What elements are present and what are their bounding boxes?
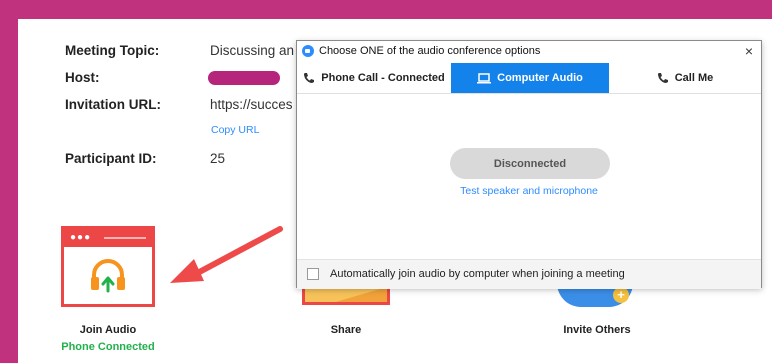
meeting-topic-value: Discussing an	[210, 43, 295, 58]
tab-phone-call[interactable]: Phone Call - Connected	[297, 63, 451, 93]
phone-icon	[304, 73, 315, 83]
test-speaker-link[interactable]: Test speaker and microphone	[297, 185, 761, 197]
host-label: Host:	[65, 70, 100, 85]
window-dots-icon: ●●●	[70, 232, 92, 243]
disconnected-status-button[interactable]: Disconnected	[450, 148, 610, 179]
audio-options-dialog: Choose ONE of the audio conference optio…	[296, 40, 762, 289]
phone-icon	[657, 73, 668, 83]
auto-join-checkbox[interactable]	[307, 268, 319, 280]
audio-tabs: Phone Call - Connected Computer Audio Ca…	[297, 63, 761, 94]
add-person-icon: +	[613, 287, 629, 303]
participant-id-value: 25	[210, 151, 226, 166]
headphones-icon	[91, 259, 125, 293]
share-label: Share	[330, 324, 362, 336]
dialog-title: Choose ONE of the audio conference optio…	[319, 45, 541, 57]
tile-titlebar-line	[104, 237, 146, 239]
tile-titlebar: ●●●	[64, 229, 152, 247]
laptop-icon	[477, 72, 492, 83]
host-row: Host:	[65, 70, 100, 85]
zoom-logo-icon	[302, 45, 314, 57]
invite-others-label: Invite Others	[563, 324, 631, 336]
copy-url-link[interactable]: Copy URL	[211, 124, 259, 136]
participant-id-label: Participant ID:	[65, 151, 157, 166]
invitation-label: Invitation URL:	[65, 97, 161, 112]
participant-row: Participant ID:	[65, 151, 157, 166]
tab-computer-audio[interactable]: Computer Audio	[451, 63, 609, 93]
tab-call-me[interactable]: Call Me	[609, 63, 761, 93]
invitation-url-value: https://succes	[210, 97, 293, 112]
dialog-titlebar: Choose ONE of the audio conference optio…	[297, 41, 761, 61]
annotation-arrow-icon	[170, 226, 283, 283]
tab-phone-call-label: Phone Call - Connected	[321, 72, 445, 84]
dialog-footer: Automatically join audio by computer whe…	[297, 259, 761, 289]
join-audio-label: Join Audio	[79, 324, 137, 336]
invitation-row: Invitation URL:	[65, 97, 161, 112]
meeting-topic-label: Meeting Topic:	[65, 43, 160, 58]
tab-computer-audio-label: Computer Audio	[497, 72, 583, 84]
close-icon[interactable]: ×	[745, 43, 753, 59]
meeting-topic-row: Meeting Topic:	[65, 43, 159, 58]
join-audio-status: Phone Connected	[61, 341, 155, 353]
join-audio-button[interactable]: ●●●	[61, 226, 155, 307]
redacted-host-name	[208, 71, 280, 85]
tab-call-me-label: Call Me	[674, 72, 714, 84]
auto-join-label: Automatically join audio by computer whe…	[330, 268, 625, 280]
